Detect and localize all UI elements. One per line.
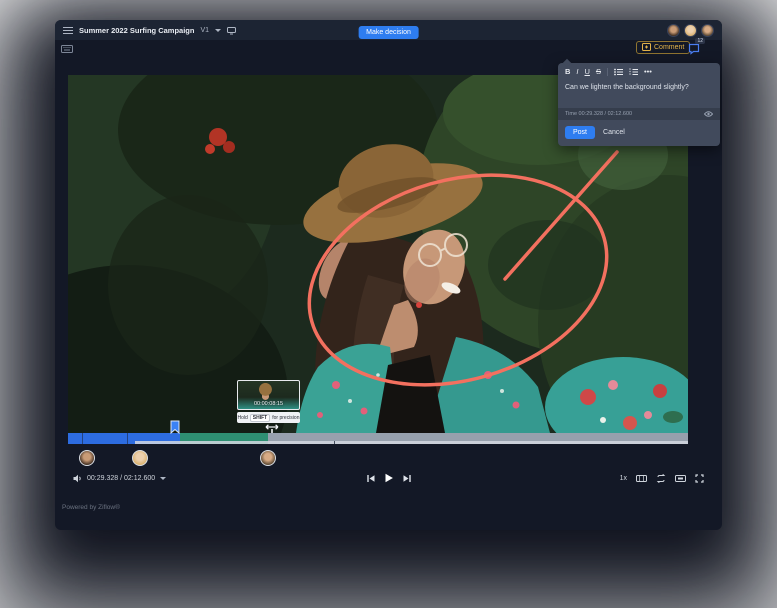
comments-panel-toggle[interactable]: 12 [687, 38, 705, 56]
scrub-cursor-icon [264, 421, 280, 439]
menu-icon[interactable] [63, 26, 73, 34]
shift-precision-tooltip: Hold SHIFT for precision [237, 412, 300, 423]
timeline-substrip [135, 441, 688, 444]
reviewer-avatar-1[interactable] [667, 23, 680, 37]
top-bar-center: Make decision [358, 21, 419, 39]
timeline-comment-marker-3[interactable] [260, 450, 276, 466]
app-window: Summer 2022 Surfing Campaign V1 Make dec… [55, 20, 722, 530]
playback-speed-button[interactable]: 1x [620, 475, 627, 482]
bold-button[interactable]: B [565, 68, 570, 76]
comment-button[interactable]: Comment [636, 41, 691, 54]
shift-key-label: SHIFT [249, 413, 271, 422]
filmstrip-icon[interactable] [636, 474, 647, 483]
comment-format-toolbar: B I U S ••• [558, 63, 720, 79]
current-time-display: 00:29.328 / 02:12.600 [87, 474, 156, 482]
compare-screens-icon[interactable] [227, 26, 237, 35]
play-button[interactable] [384, 473, 393, 483]
bullet-list-icon[interactable] [614, 68, 623, 76]
italic-button[interactable]: I [576, 68, 578, 76]
segment-tick [82, 433, 83, 444]
comment-popup: B I U S ••• Can we lighten the backgroun… [558, 58, 720, 146]
comment-button-label: Comment [654, 44, 685, 51]
tooltip-text: for precision [272, 414, 300, 421]
time-options-caret[interactable] [160, 476, 167, 480]
volume-icon[interactable] [73, 474, 82, 483]
reviewer-avatar-2[interactable] [684, 23, 697, 37]
cancel-button[interactable]: Cancel [603, 129, 625, 136]
comment-time-row: Time 00:29.328 / 02:12.600 [558, 108, 720, 120]
controls-right: 1x [620, 473, 704, 483]
make-decision-button[interactable]: Make decision [358, 26, 419, 39]
reviewer-avatar-3[interactable] [701, 23, 714, 37]
version-label[interactable]: V1 [200, 27, 209, 34]
scrub-thumbnail: 00:00:08:15 [237, 380, 300, 410]
playhead-marker[interactable] [170, 420, 180, 439]
comment-input[interactable]: Can we lighten the background slightly? [558, 79, 720, 108]
top-bar: Summer 2022 Surfing Campaign V1 Make dec… [55, 20, 722, 40]
version-caret-icon[interactable] [215, 28, 222, 32]
post-button[interactable]: Post [565, 126, 596, 139]
controls-left: 00:29.328 / 02:12.600 [73, 474, 620, 483]
strikethrough-button[interactable]: S [596, 68, 601, 76]
next-frame-button[interactable] [402, 474, 411, 483]
thumbnail-timestamp: 00:00:08:15 [253, 401, 284, 407]
underline-button[interactable]: U [585, 68, 590, 76]
toolbar-divider [606, 68, 608, 76]
proof-title: Summer 2022 Surfing Campaign [79, 25, 195, 35]
ordered-list-icon[interactable] [629, 68, 638, 76]
visibility-eye-icon[interactable] [704, 111, 713, 117]
more-options-icon[interactable]: ••• [644, 68, 652, 76]
comment-actions: Post Cancel [558, 120, 720, 146]
loop-icon[interactable] [656, 473, 666, 483]
comment-time-label: Time 00:29.328 / 02:12.600 [565, 111, 633, 117]
keyboard-shortcuts-icon[interactable] [61, 45, 73, 53]
theater-mode-icon[interactable] [675, 474, 686, 483]
controls-center [366, 473, 411, 483]
add-comment-icon [642, 43, 651, 52]
playback-controls-bar: 00:29.328 / 02:12.600 1x [55, 465, 722, 491]
video-timeline[interactable] [68, 433, 688, 444]
timeline-comment-marker-1[interactable] [79, 450, 95, 466]
fullscreen-icon[interactable] [695, 473, 704, 483]
page: Summer 2022 Surfing Campaign V1 Make dec… [0, 0, 777, 608]
previous-frame-button[interactable] [366, 474, 375, 483]
top-bar-right [667, 23, 714, 37]
comment-count-badge: 12 [695, 38, 705, 44]
powered-by-label: Powered by Ziflow® [62, 504, 120, 511]
tooltip-text: Hold [237, 414, 248, 421]
segment-tick [127, 433, 128, 444]
timeline-comment-marker-2[interactable] [132, 450, 148, 466]
